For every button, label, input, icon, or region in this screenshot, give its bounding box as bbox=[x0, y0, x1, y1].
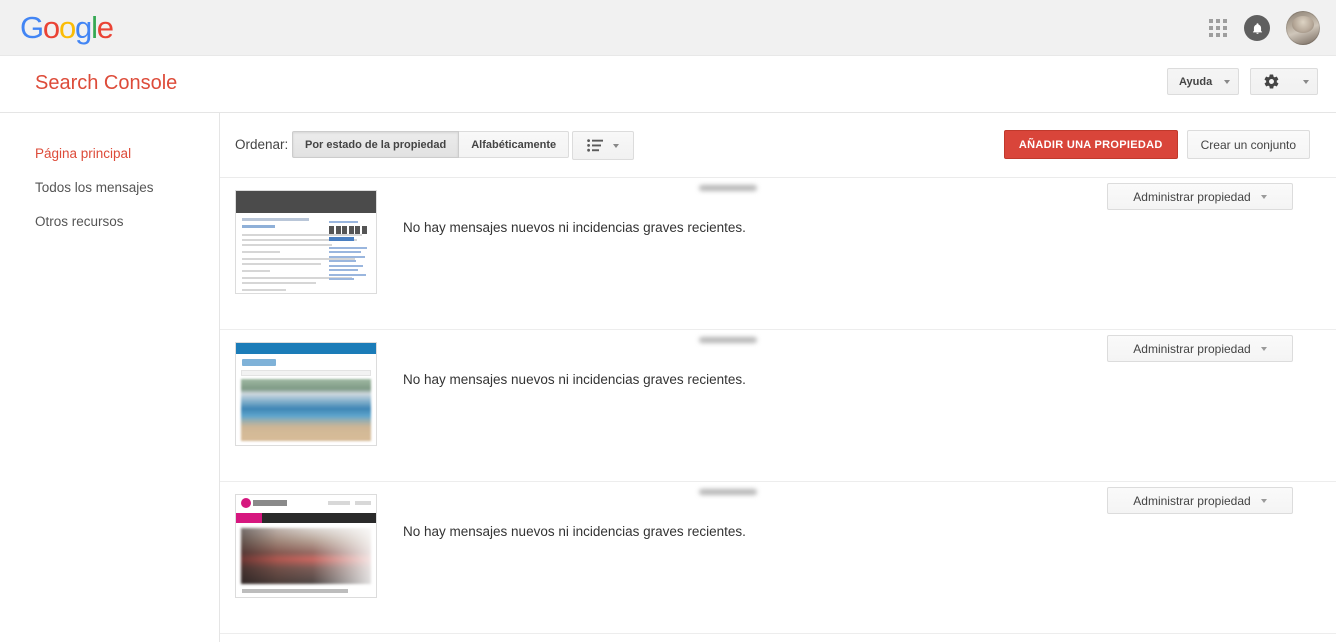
settings-button[interactable] bbox=[1250, 68, 1318, 95]
create-set-button[interactable]: Crear un conjunto bbox=[1186, 130, 1310, 159]
property-url-link[interactable] bbox=[403, 488, 757, 495]
help-button[interactable]: Ayuda bbox=[1167, 68, 1239, 95]
redacted-url-gray bbox=[699, 184, 757, 191]
table-row: No hay mensajes nuevos ni incidencias gr… bbox=[220, 330, 1336, 482]
property-url-link[interactable] bbox=[403, 184, 757, 191]
sidebar: Página principal Todos los mensajes Otro… bbox=[0, 113, 220, 642]
sort-label: Ordenar: bbox=[235, 137, 289, 152]
sidebar-item-pagina-principal[interactable]: Página principal bbox=[0, 137, 219, 171]
app-body: Página principal Todos los mensajes Otro… bbox=[0, 113, 1336, 642]
redacted-url-gray bbox=[699, 488, 757, 495]
table-row: No hay mensajes nuevos ni incidencias gr… bbox=[220, 482, 1336, 634]
property-status-message: No hay mensajes nuevos ni incidencias gr… bbox=[403, 524, 746, 539]
google-logo[interactable]: Google bbox=[20, 9, 114, 47]
chevron-down-icon bbox=[613, 143, 619, 148]
site-thumbnail-blue-header-pool[interactable] bbox=[235, 342, 377, 446]
add-property-button[interactable]: AÑADIR UNA PROPIEDAD bbox=[1003, 130, 1178, 159]
chevron-down-icon bbox=[1224, 79, 1230, 84]
table-row: No hay mensajes nuevos ni incidencias gr… bbox=[220, 178, 1336, 330]
product-header: Search Console Ayuda bbox=[0, 56, 1336, 113]
manage-property-button[interactable]: Administrar propiedad bbox=[1107, 487, 1293, 514]
help-button-label: Ayuda bbox=[1179, 75, 1213, 88]
manage-property-label: Administrar propiedad bbox=[1133, 189, 1251, 204]
sort-by-property-status-button[interactable]: Por estado de la propiedad bbox=[292, 131, 460, 158]
manage-property-label: Administrar propiedad bbox=[1133, 493, 1251, 508]
redacted-url-blue bbox=[403, 184, 693, 191]
sort-segmented-control: Por estado de la propiedad Alfabéticamen… bbox=[292, 131, 570, 158]
notification-bell-icon[interactable] bbox=[1244, 15, 1270, 41]
sort-alphabetically-button[interactable]: Alfabéticamente bbox=[459, 131, 570, 158]
avatar[interactable] bbox=[1286, 11, 1320, 45]
apps-grid-icon[interactable] bbox=[1208, 18, 1228, 38]
site-thumbnail-pink-logo-dark-nav[interactable] bbox=[235, 494, 377, 598]
main-content: Ordenar: Por estado de la propiedad Alfa… bbox=[220, 113, 1336, 642]
manage-property-button[interactable]: Administrar propiedad bbox=[1107, 335, 1293, 362]
property-status-message: No hay mensajes nuevos ni incidencias gr… bbox=[403, 372, 746, 387]
redacted-url-gray bbox=[699, 336, 757, 343]
list-view-icon bbox=[587, 139, 604, 152]
sidebar-item-todos-los-mensajes[interactable]: Todos los mensajes bbox=[0, 171, 219, 205]
site-thumbnail-dark-header[interactable] bbox=[235, 190, 377, 294]
chevron-down-icon bbox=[1260, 346, 1267, 351]
property-url-link[interactable] bbox=[403, 336, 757, 343]
property-status-message: No hay mensajes nuevos ni incidencias gr… bbox=[403, 220, 746, 235]
property-list: No hay mensajes nuevos ni incidencias gr… bbox=[220, 178, 1336, 634]
sidebar-item-otros-recursos[interactable]: Otros recursos bbox=[0, 205, 219, 239]
chevron-down-icon bbox=[1260, 498, 1267, 503]
chevron-down-icon bbox=[1303, 79, 1309, 84]
properties-toolbar: Ordenar: Por estado de la propiedad Alfa… bbox=[220, 113, 1336, 178]
toolbar-actions: AÑADIR UNA PROPIEDAD Crear un conjunto bbox=[1003, 130, 1310, 159]
redacted-url-blue bbox=[403, 336, 693, 343]
page-title: Search Console bbox=[35, 72, 178, 94]
view-options-button[interactable] bbox=[572, 131, 634, 160]
google-account-bar: Google bbox=[0, 0, 1336, 56]
google-bar-actions bbox=[1208, 0, 1320, 56]
redacted-url-blue bbox=[403, 488, 693, 495]
manage-property-button[interactable]: Administrar propiedad bbox=[1107, 183, 1293, 210]
manage-property-label: Administrar propiedad bbox=[1133, 341, 1251, 356]
gear-icon bbox=[1263, 73, 1280, 90]
chevron-down-icon bbox=[1260, 194, 1267, 199]
header-actions: Ayuda bbox=[1167, 68, 1318, 95]
